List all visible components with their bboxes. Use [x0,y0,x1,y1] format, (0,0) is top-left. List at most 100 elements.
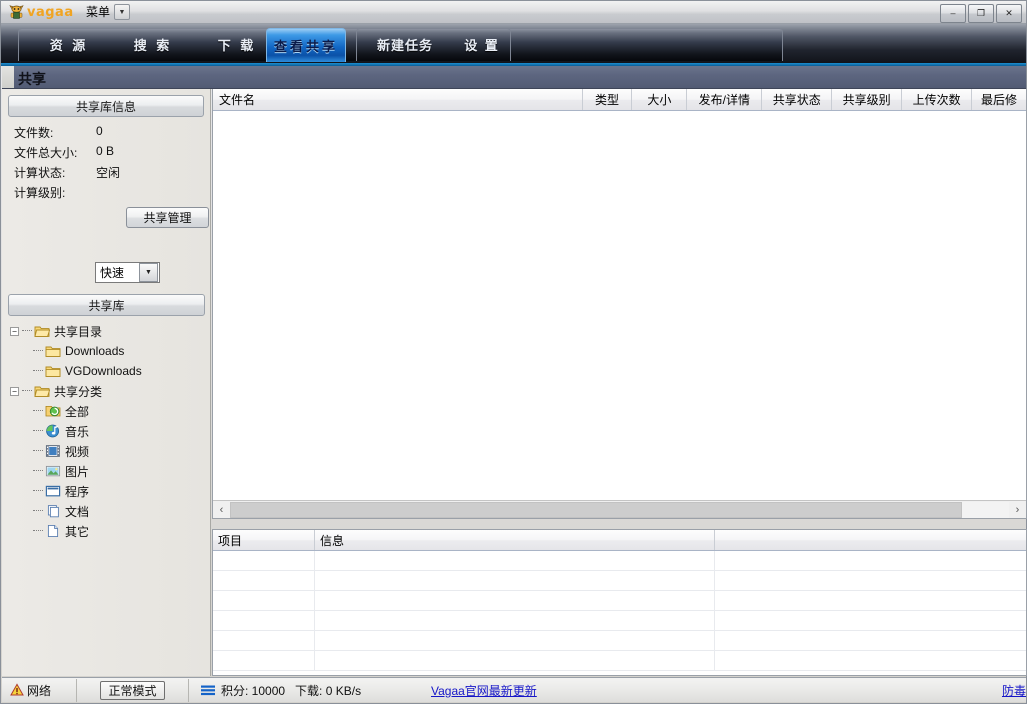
chevron-down-icon[interactable]: ▼ [114,4,130,20]
table-row[interactable] [213,651,1026,671]
title-bar: vagaa 菜单 ▼ – ❐ ✕ [1,1,1026,24]
detail-list-body[interactable] [213,551,1026,671]
tree-item-all[interactable]: 全部 [2,401,211,421]
table-row[interactable] [213,551,1026,571]
status-points-download: 积分: 10000 下载: 0 KB/s [189,679,414,702]
official-site-update-link[interactable]: Vagaa官网最新更新 [431,682,537,699]
tree-item-image[interactable]: 图片 [2,461,211,481]
status-bar: 网络 正常模式 积分: 10000 下载: 0 KB/s Vagaa官网最新更新… [2,677,1026,702]
cell-blank [715,551,1026,570]
share-library-tree: − 共享目录 Downl [2,321,211,541]
maximize-button[interactable]: ❐ [968,4,994,23]
table-row[interactable] [213,611,1026,631]
share-library-info-header[interactable]: 共享库信息 [8,95,204,117]
all-icon [45,404,61,418]
minimize-icon: – [950,9,955,18]
scroll-left-arrow-icon[interactable]: ‹ [213,502,230,518]
tree-item-document[interactable]: 文档 [2,501,211,521]
nav-tab-resources[interactable]: 资 源 [21,28,117,61]
column-header-info[interactable]: 信息 [315,530,715,550]
tree-item-label: 共享目录 [54,323,102,340]
info-value-file-count: 0 [96,124,103,138]
scrollbar-thumb[interactable] [230,502,962,518]
info-label-total-size: 文件总大小: [14,144,96,161]
mode-button[interactable]: 正常模式 [100,681,164,700]
status-update-link-cell: Vagaa官网最新更新 [414,679,994,702]
tree-item-label: 图片 [65,463,89,480]
scrollbar-track[interactable] [230,502,1009,518]
tree-item-video[interactable]: 视频 [2,441,211,461]
warning-icon [10,683,24,697]
nav-tab-search[interactable]: 搜 索 [105,28,201,61]
tree-item-label: 共享分类 [54,383,102,400]
column-header-share-level[interactable]: 共享级别 [832,89,902,110]
nav-action-settings[interactable]: 设 置 [451,28,513,61]
status-antivirus-cell: 防毒 [994,679,1026,702]
info-row-file-count: 文件数: 0 [14,124,210,144]
expander-icon[interactable]: − [10,387,19,396]
column-header-blank[interactable] [715,530,1026,550]
share-library-header[interactable]: 共享库 [8,294,205,316]
file-list-panel: 文件名 类型 大小 发布/详情 共享状态 共享级别 上传次数 最后修 ‹ › [212,89,1027,519]
tree-connector [33,410,43,412]
cell-item [213,651,315,670]
info-label-compute-status: 计算状态: [14,164,96,181]
column-header-last-modified[interactable]: 最后修 [972,89,1026,110]
menu-button[interactable]: 菜单 ▼ [86,4,130,20]
document-icon [45,504,61,518]
share-library-panel: 共享库 [2,288,211,316]
horizontal-scrollbar[interactable]: ‹ › [213,500,1026,518]
scroll-right-arrow-icon[interactable]: › [1009,502,1026,518]
compute-level-select[interactable]: 快速 ▼ [95,262,160,283]
stack-icon [201,685,215,696]
info-row-compute-level: 计算级别: [14,184,210,204]
status-download-speed: 下载: 0 KB/s [295,682,361,699]
antivirus-link[interactable]: 防毒 [1002,682,1026,699]
tree-item-music[interactable]: 音乐 [2,421,211,441]
nav-action-new-task[interactable]: 新建任务 [366,28,444,61]
table-row[interactable] [213,591,1026,611]
other-icon [45,524,61,538]
close-button[interactable]: ✕ [996,4,1022,23]
column-header-size[interactable]: 大小 [632,89,687,110]
nav-tab-view-shares[interactable]: 查看共享 [266,28,346,62]
column-header-publish-detail[interactable]: 发布/详情 [687,89,762,110]
tree-item-share-directory[interactable]: − 共享目录 [2,321,211,341]
share-library-info-rows: 文件数: 0 文件总大小: 0 B 计算状态: 空闲 计算级别: [14,124,210,204]
column-header-item[interactable]: 项目 [213,530,315,550]
column-header-upload-count[interactable]: 上传次数 [902,89,972,110]
tree-item-downloads[interactable]: Downloads [2,341,211,361]
tree-connector [22,390,32,392]
info-label-file-count: 文件数: [14,124,96,141]
column-header-filename[interactable]: 文件名 [213,89,583,110]
table-row[interactable] [213,631,1026,651]
column-header-type[interactable]: 类型 [583,89,633,110]
tree-item-label: 音乐 [65,423,89,440]
minimize-button[interactable]: – [940,4,966,23]
tree-item-vgdownloads[interactable]: VGDownloads [2,361,211,381]
status-network-label: 网络 [27,682,51,699]
tree-item-share-category[interactable]: − 共享分类 [2,381,211,401]
tree-item-label: VGDownloads [65,364,142,378]
column-header-share-status[interactable]: 共享状态 [762,89,832,110]
cell-blank [715,591,1026,610]
share-manage-button[interactable]: 共享管理 [126,207,209,228]
tree-item-other[interactable]: 其它 [2,521,211,541]
image-icon [45,464,61,478]
page-title-bar: 共享 [2,66,1026,89]
cell-info [315,651,715,670]
detail-list-header: 项目 信息 [213,530,1026,551]
main-navigation-bar: 资 源 搜 索 下 载 查看共享 新建任务 设 置 [1,24,1026,66]
status-points: 积分: 10000 [221,682,285,699]
tree-connector [33,530,43,532]
expander-icon[interactable]: − [10,327,19,336]
tree-connector [22,330,32,332]
cell-info [315,631,715,650]
table-row[interactable] [213,571,1026,591]
music-icon [45,424,61,438]
file-list-body[interactable] [213,111,1026,497]
status-network[interactable]: 网络 [2,679,77,702]
tree-item-program[interactable]: 程序 [2,481,211,501]
chevron-down-icon[interactable]: ▼ [139,263,158,282]
info-row-total-size: 文件总大小: 0 B [14,144,210,164]
